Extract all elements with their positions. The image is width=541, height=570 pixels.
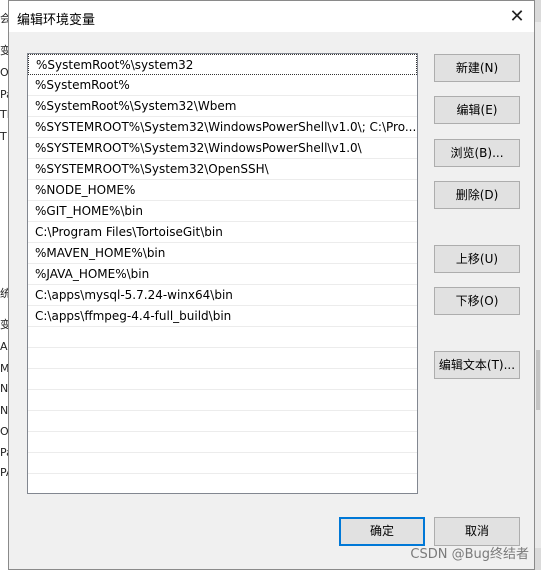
cancel-button[interactable]: 取消 bbox=[434, 517, 520, 546]
path-list-empty-row[interactable] bbox=[28, 453, 417, 474]
scroll-thumb bbox=[536, 350, 540, 410]
path-list-empty-row[interactable] bbox=[28, 474, 417, 493]
title-bar: 编辑环境变量 ✕ bbox=[9, 1, 534, 32]
path-list-item[interactable]: %SYSTEMROOT%\System32\WindowsPowerShell\… bbox=[28, 117, 417, 138]
move-up-button[interactable]: 上移(U) bbox=[434, 245, 520, 273]
path-list-empty-row[interactable] bbox=[28, 369, 417, 390]
close-icon[interactable]: ✕ bbox=[500, 1, 534, 32]
browse-button[interactable]: 浏览(B)... bbox=[434, 139, 520, 167]
scroll-down-arrow bbox=[535, 548, 541, 570]
path-list-empty-row[interactable] bbox=[28, 411, 417, 432]
ok-button[interactable]: 确定 bbox=[339, 517, 425, 546]
edit-text-button[interactable]: 编辑文本(T)... bbox=[434, 351, 520, 379]
new-button[interactable]: 新建(N) bbox=[434, 54, 520, 82]
path-list-item[interactable]: C:\Program Files\TortoiseGit\bin bbox=[28, 222, 417, 243]
path-list-empty-row[interactable] bbox=[28, 327, 417, 348]
edit-env-var-dialog: 编辑环境变量 ✕ %SystemRoot%\system32 %SystemRoo… bbox=[8, 0, 535, 570]
scroll-up-arrow bbox=[535, 0, 541, 22]
path-list-item[interactable]: %SYSTEMROOT%\System32\OpenSSH\ bbox=[28, 159, 417, 180]
path-list-item[interactable]: %GIT_HOME%\bin bbox=[28, 201, 417, 222]
dialog-title: 编辑环境变量 bbox=[17, 13, 96, 28]
path-list-item[interactable]: %JAVA_HOME%\bin bbox=[28, 264, 417, 285]
path-list-empty-row[interactable] bbox=[28, 390, 417, 411]
path-list-item[interactable]: C:\apps\mysql-5.7.24-winx64\bin bbox=[28, 285, 417, 306]
watermark: CSDN @Bug终结者 bbox=[410, 547, 529, 562]
path-list-item[interactable]: %SystemRoot%\system32 bbox=[28, 54, 417, 75]
path-list-item[interactable]: %NODE_HOME% bbox=[28, 180, 417, 201]
path-list-empty-row[interactable] bbox=[28, 432, 417, 453]
path-list-item[interactable]: %SystemRoot%\System32\Wbem bbox=[28, 96, 417, 117]
path-list-item[interactable]: %SYSTEMROOT%\System32\WindowsPowerShell\… bbox=[28, 138, 417, 159]
edit-button[interactable]: 编辑(E) bbox=[434, 96, 520, 124]
path-list-item[interactable]: C:\apps\ffmpeg-4.4-full_build\bin bbox=[28, 306, 417, 327]
background-scrollbar bbox=[534, 0, 541, 570]
move-down-button[interactable]: 下移(O) bbox=[434, 287, 520, 315]
delete-button[interactable]: 删除(D) bbox=[434, 181, 520, 209]
path-list-item[interactable]: %SystemRoot% bbox=[28, 75, 417, 96]
path-list[interactable]: %SystemRoot%\system32 %SystemRoot% %System… bbox=[27, 53, 418, 494]
path-list-item[interactable]: %MAVEN_HOME%\bin bbox=[28, 243, 417, 264]
path-list-empty-row[interactable] bbox=[28, 348, 417, 369]
